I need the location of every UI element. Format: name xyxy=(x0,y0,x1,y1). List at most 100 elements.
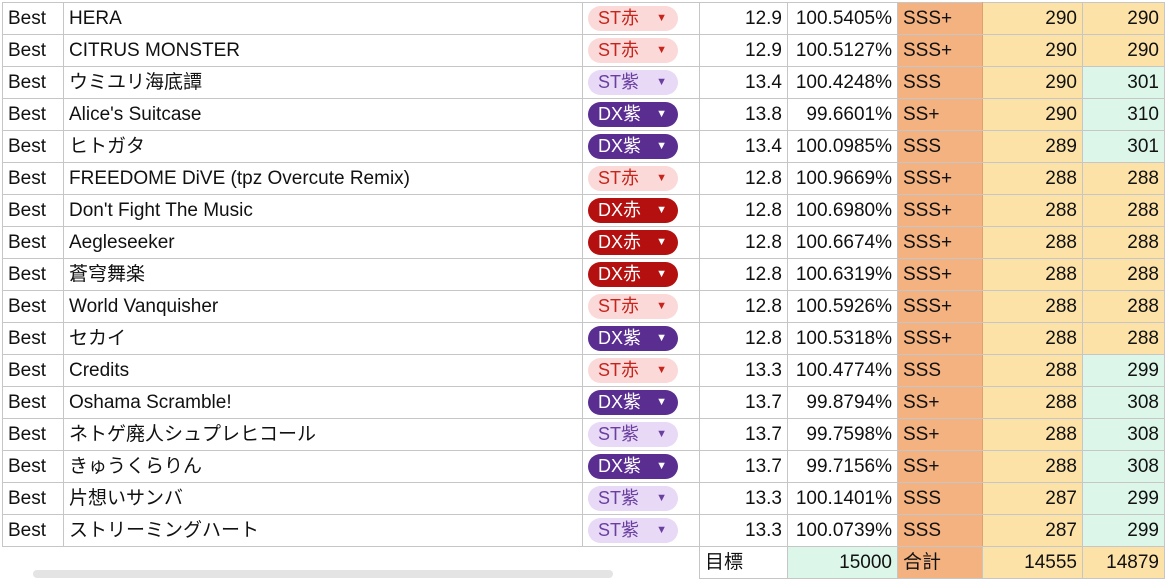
title-cell[interactable]: Don't Fight The Music xyxy=(63,194,583,227)
title-cell[interactable]: HERA xyxy=(63,2,583,35)
level-cell[interactable]: 13.7 xyxy=(699,450,788,483)
horizontal-scrollbar[interactable] xyxy=(33,570,613,578)
rank-cell[interactable]: SSS xyxy=(897,482,983,515)
dropdown-arrow-icon[interactable]: ▼ xyxy=(656,390,667,415)
chart-type-dropdown[interactable]: ST赤 ▼ xyxy=(588,38,678,63)
rank-cell[interactable]: SS+ xyxy=(897,450,983,483)
chart-cell[interactable]: ST赤 ▼ xyxy=(582,162,700,195)
rank-cell[interactable]: SSS+ xyxy=(897,258,983,291)
type-cell[interactable]: Best xyxy=(2,482,64,515)
chart-type-dropdown[interactable]: DX紫 ▼ xyxy=(588,102,678,127)
title-cell[interactable]: きゅうくらりん xyxy=(63,450,583,483)
title-cell[interactable]: ヒトガタ xyxy=(63,130,583,163)
rank-cell[interactable]: SS+ xyxy=(897,418,983,451)
goal-value[interactable]: 15000 xyxy=(787,546,898,579)
type-cell[interactable]: Best xyxy=(2,322,64,355)
dropdown-arrow-icon[interactable]: ▼ xyxy=(656,70,667,95)
type-cell[interactable]: Best xyxy=(2,2,64,35)
score-cell[interactable]: 99.8794% xyxy=(787,386,898,419)
title-cell[interactable]: CITRUS MONSTER xyxy=(63,34,583,67)
best-rating-cell[interactable]: 299 xyxy=(1082,514,1165,547)
title-cell[interactable]: Aegleseeker xyxy=(63,226,583,259)
total-best[interactable]: 14879 xyxy=(1082,546,1165,579)
rank-cell[interactable]: SSS+ xyxy=(897,194,983,227)
score-cell[interactable]: 100.6319% xyxy=(787,258,898,291)
type-cell[interactable]: Best xyxy=(2,34,64,67)
title-cell[interactable]: 蒼穹舞楽 xyxy=(63,258,583,291)
rating-cell[interactable]: 288 xyxy=(982,290,1083,323)
best-rating-cell[interactable]: 301 xyxy=(1082,130,1165,163)
level-cell[interactable]: 13.7 xyxy=(699,386,788,419)
rating-cell[interactable]: 288 xyxy=(982,226,1083,259)
rank-cell[interactable]: SSS+ xyxy=(897,2,983,35)
score-cell[interactable]: 100.9669% xyxy=(787,162,898,195)
type-cell[interactable]: Best xyxy=(2,290,64,323)
type-cell[interactable]: Best xyxy=(2,354,64,387)
level-cell[interactable]: 13.8 xyxy=(699,98,788,131)
dropdown-arrow-icon[interactable]: ▼ xyxy=(656,6,667,31)
dropdown-arrow-icon[interactable]: ▼ xyxy=(656,134,667,159)
dropdown-arrow-icon[interactable]: ▼ xyxy=(656,454,667,479)
total-rating[interactable]: 14555 xyxy=(982,546,1083,579)
best-rating-cell[interactable]: 288 xyxy=(1082,226,1165,259)
rank-cell[interactable]: SSS+ xyxy=(897,290,983,323)
best-rating-cell[interactable]: 290 xyxy=(1082,2,1165,35)
score-cell[interactable]: 99.6601% xyxy=(787,98,898,131)
title-cell[interactable]: Alice's Suitcase xyxy=(63,98,583,131)
chart-type-dropdown[interactable]: DX赤 ▼ xyxy=(588,230,678,255)
rating-cell[interactable]: 290 xyxy=(982,34,1083,67)
score-cell[interactable]: 100.4774% xyxy=(787,354,898,387)
rating-cell[interactable]: 288 xyxy=(982,354,1083,387)
title-cell[interactable]: FREEDOME DiVE (tpz Overcute Remix) xyxy=(63,162,583,195)
rating-cell[interactable]: 287 xyxy=(982,482,1083,515)
rank-cell[interactable]: SSS xyxy=(897,354,983,387)
dropdown-arrow-icon[interactable]: ▼ xyxy=(656,422,667,447)
chart-cell[interactable]: DX紫 ▼ xyxy=(582,322,700,355)
chart-cell[interactable]: DX紫 ▼ xyxy=(582,98,700,131)
best-rating-cell[interactable]: 308 xyxy=(1082,386,1165,419)
chart-cell[interactable]: DX紫 ▼ xyxy=(582,450,700,483)
best-rating-cell[interactable]: 288 xyxy=(1082,258,1165,291)
rating-cell[interactable]: 290 xyxy=(982,66,1083,99)
rating-cell[interactable]: 289 xyxy=(982,130,1083,163)
level-cell[interactable]: 13.3 xyxy=(699,354,788,387)
chart-type-dropdown[interactable]: DX赤 ▼ xyxy=(588,262,678,287)
type-cell[interactable]: Best xyxy=(2,514,64,547)
dropdown-arrow-icon[interactable]: ▼ xyxy=(656,230,667,255)
dropdown-arrow-icon[interactable]: ▼ xyxy=(656,38,667,63)
chart-cell[interactable]: DX赤 ▼ xyxy=(582,226,700,259)
chart-type-dropdown[interactable]: DX紫 ▼ xyxy=(588,454,678,479)
chart-type-dropdown[interactable]: ST赤 ▼ xyxy=(588,166,678,191)
chart-cell[interactable]: ST赤 ▼ xyxy=(582,354,700,387)
score-cell[interactable]: 99.7598% xyxy=(787,418,898,451)
chart-type-dropdown[interactable]: DX紫 ▼ xyxy=(588,326,678,351)
chart-cell[interactable]: DX赤 ▼ xyxy=(582,194,700,227)
rank-cell[interactable]: SSS+ xyxy=(897,162,983,195)
level-cell[interactable]: 13.7 xyxy=(699,418,788,451)
chart-cell[interactable]: DX紫 ▼ xyxy=(582,130,700,163)
dropdown-arrow-icon[interactable]: ▼ xyxy=(656,358,667,383)
chart-type-dropdown[interactable]: DX紫 ▼ xyxy=(588,134,678,159)
best-rating-cell[interactable]: 299 xyxy=(1082,354,1165,387)
best-rating-cell[interactable]: 288 xyxy=(1082,322,1165,355)
chart-cell[interactable]: DX赤 ▼ xyxy=(582,258,700,291)
level-cell[interactable]: 13.4 xyxy=(699,130,788,163)
title-cell[interactable]: セカイ xyxy=(63,322,583,355)
rating-cell[interactable]: 290 xyxy=(982,98,1083,131)
score-cell[interactable]: 99.7156% xyxy=(787,450,898,483)
type-cell[interactable]: Best xyxy=(2,130,64,163)
level-cell[interactable]: 13.4 xyxy=(699,66,788,99)
best-rating-cell[interactable]: 288 xyxy=(1082,162,1165,195)
rank-cell[interactable]: SSS xyxy=(897,130,983,163)
total-label[interactable]: 合計 xyxy=(897,546,983,579)
chart-cell[interactable]: ST紫 ▼ xyxy=(582,66,700,99)
best-rating-cell[interactable]: 308 xyxy=(1082,418,1165,451)
level-cell[interactable]: 12.9 xyxy=(699,2,788,35)
level-cell[interactable]: 13.3 xyxy=(699,514,788,547)
title-cell[interactable]: Credits xyxy=(63,354,583,387)
type-cell[interactable]: Best xyxy=(2,258,64,291)
dropdown-arrow-icon[interactable]: ▼ xyxy=(656,102,667,127)
type-cell[interactable]: Best xyxy=(2,162,64,195)
rating-cell[interactable]: 288 xyxy=(982,194,1083,227)
title-cell[interactable]: World Vanquisher xyxy=(63,290,583,323)
